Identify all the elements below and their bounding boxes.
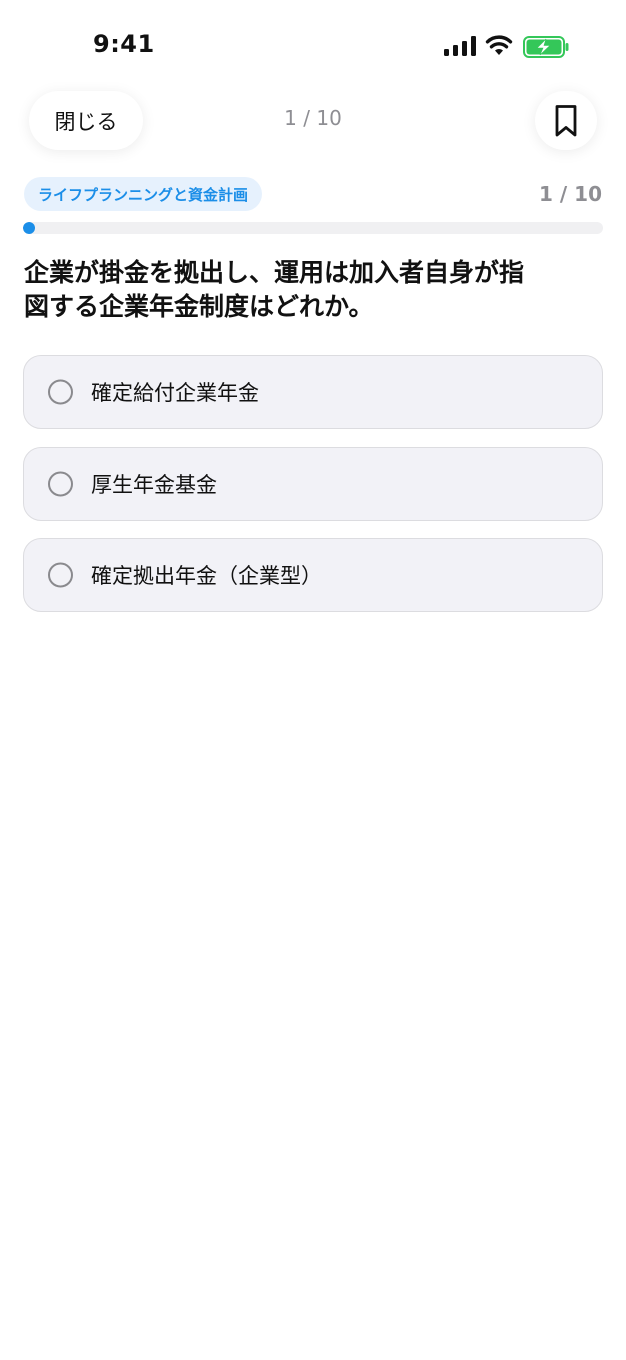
- answer-option-3[interactable]: 確定拠出年金（企業型）: [23, 538, 603, 612]
- bookmark-icon: [555, 104, 577, 136]
- cellular-signal-icon: [444, 36, 476, 56]
- category-badge: ライフプランニングと資金計画: [24, 177, 263, 211]
- close-button[interactable]: 閉じる: [29, 91, 143, 150]
- answer-option-label: 確定給付企業年金: [91, 381, 259, 405]
- progress-bar: [23, 222, 603, 234]
- answer-option-2[interactable]: 厚生年金基金: [23, 447, 603, 521]
- question-text: 企業が掛金を拠出し、運用は加入者自身が指図する企業年金制度はどれか。: [24, 258, 525, 321]
- radio-icon: [48, 471, 73, 497]
- battery-charging-icon: [523, 36, 569, 58]
- status-bar: 9:41: [0, 0, 626, 80]
- question-counter: 1 / 10: [539, 182, 602, 206]
- answer-option-1[interactable]: 確定給付企業年金: [23, 355, 603, 429]
- radio-icon: [48, 379, 73, 405]
- answer-option-label: 厚生年金基金: [91, 473, 217, 497]
- bookmark-button[interactable]: [535, 91, 597, 150]
- nav-progress-counter: 1 / 10: [284, 106, 342, 130]
- progress-bar-fill: [23, 222, 35, 234]
- wifi-icon: [485, 35, 513, 55]
- quiz-screen: 9:41 閉じる 1 / 10 ライフプランニングと資金計画 1 / 10 企業…: [0, 0, 626, 1360]
- answer-option-label: 確定拠出年金（企業型）: [91, 564, 322, 588]
- radio-icon: [48, 562, 73, 588]
- status-time: 9:41: [93, 30, 155, 58]
